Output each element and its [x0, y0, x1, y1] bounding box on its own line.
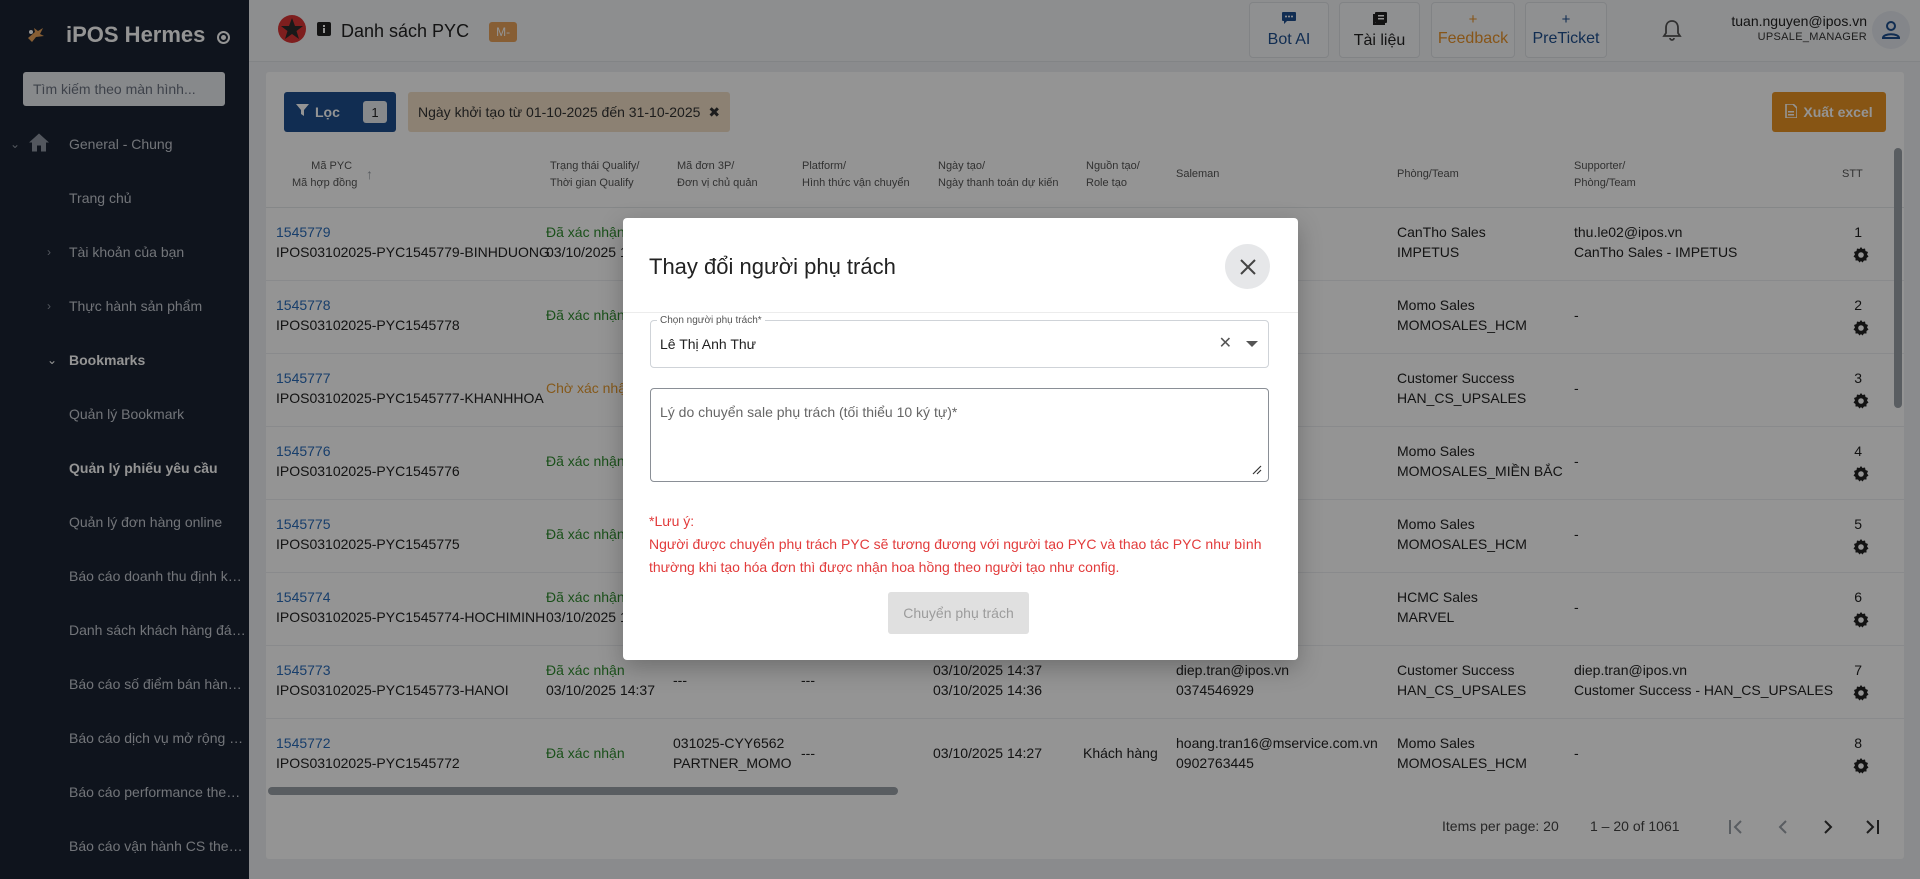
resize-handle-icon[interactable]	[1250, 462, 1262, 480]
clear-icon[interactable]: ✕	[1219, 333, 1232, 353]
change-owner-dialog: Thay đổi người phụ trách Chọn người phụ …	[623, 218, 1298, 660]
reason-textarea[interactable]	[650, 388, 1269, 482]
dialog-title: Thay đổi người phụ trách	[649, 254, 896, 279]
owner-select-value: Lê Thị Anh Thư	[660, 336, 757, 352]
note-body: Người được chuyển phụ trách PYC sẽ tương…	[649, 536, 1262, 575]
close-button[interactable]	[1225, 244, 1270, 289]
caret-down-icon[interactable]	[1246, 341, 1258, 347]
dialog-divider	[623, 312, 1298, 313]
owner-select-label: Chọn người phụ trách*	[657, 315, 765, 326]
note-title: *Lưu ý:	[649, 513, 695, 529]
transfer-owner-button[interactable]: Chuyển phụ trách	[888, 592, 1029, 634]
close-icon	[1239, 258, 1256, 275]
warning-note: *Lưu ý: Người được chuyển phụ trách PYC …	[649, 510, 1274, 579]
owner-select[interactable]: Chọn người phụ trách* Lê Thị Anh Thư ✕	[650, 315, 1269, 368]
